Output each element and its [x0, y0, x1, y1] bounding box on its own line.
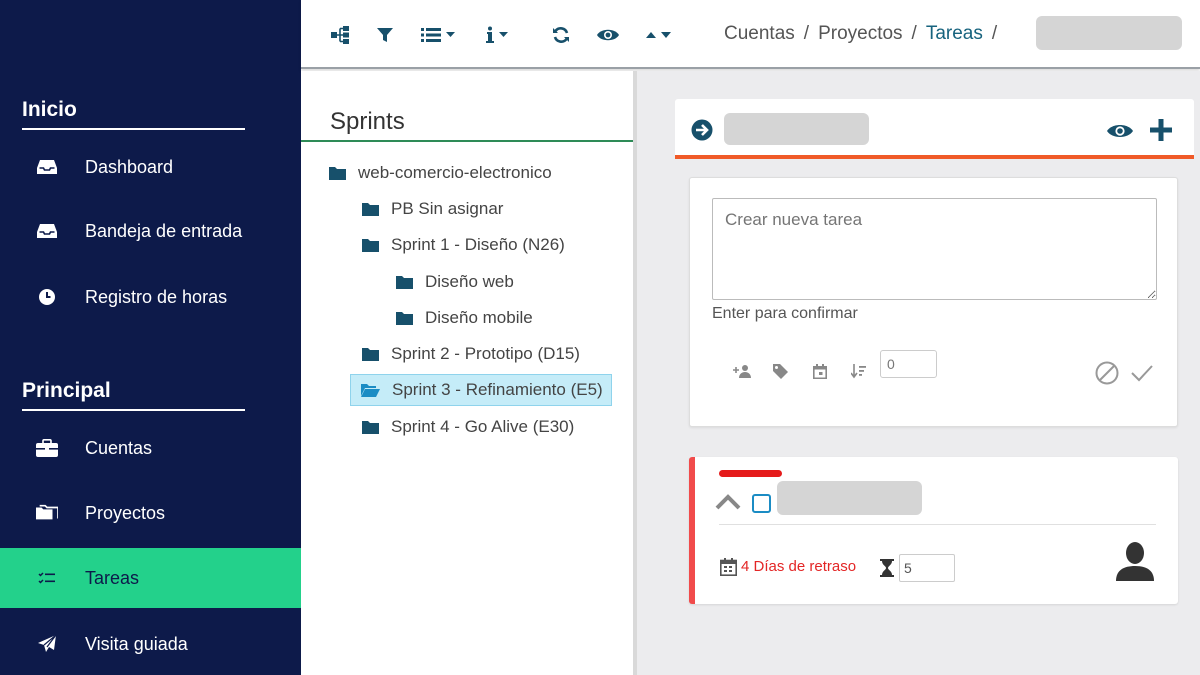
- sidebar-item-label: Registro de horas: [85, 286, 228, 307]
- new-task-card: Enter para confirmar: [689, 177, 1178, 427]
- tag-icon[interactable]: [770, 361, 790, 381]
- sprints-title: Sprints: [330, 108, 405, 135]
- sprints-title-underline: [301, 140, 636, 142]
- sidebar-item-registro-horas[interactable]: Registro de horas: [0, 267, 301, 327]
- folder-icon: [362, 347, 379, 361]
- folder-open-icon: [361, 383, 380, 397]
- sprint-name-placeholder: [724, 113, 869, 145]
- cancel-icon[interactable]: [1095, 361, 1119, 390]
- task-divider: [719, 524, 1156, 525]
- tree-node-sprint-selected[interactable]: Sprint 3 - Refinamiento (E5): [350, 374, 612, 406]
- sidebar-item-label: Tareas: [85, 567, 140, 588]
- sidebar-item-visita-guiada[interactable]: Visita guiada: [0, 614, 301, 674]
- tree-node-subfolder[interactable]: Diseño mobile: [392, 302, 539, 334]
- sitemap-icon[interactable]: [331, 24, 349, 46]
- tree-node-label: Diseño web: [425, 272, 514, 291]
- breadcrumb-separator: /: [911, 23, 917, 44]
- folder-icon: [329, 166, 346, 180]
- eye-icon[interactable]: [597, 24, 619, 46]
- tree-node-label: web-comercio-electronico: [358, 163, 552, 182]
- folder-icon: [362, 420, 379, 434]
- tree-node-project[interactable]: web-comercio-electronico: [325, 157, 558, 189]
- delay-text: 4 Días de retraso: [741, 558, 857, 575]
- hours-input[interactable]: [899, 554, 955, 582]
- folder-icon: [362, 238, 379, 252]
- confirm-hint: Enter para confirmar: [712, 305, 858, 322]
- user-avatar-icon[interactable]: [1116, 541, 1154, 586]
- sprints-panel: Sprints web-comercio-electronico PB Sin …: [301, 71, 636, 675]
- add-user-icon[interactable]: [732, 361, 752, 381]
- sidebar-item-cuentas[interactable]: Cuentas: [0, 418, 301, 478]
- sidebar-item-tareas[interactable]: Tareas: [0, 548, 301, 608]
- sidebar-item-label: Bandeja de entrada: [85, 220, 243, 241]
- folder-icon: [396, 311, 413, 325]
- tree-node-sprint[interactable]: Sprint 4 - Go Alive (E30): [358, 411, 580, 443]
- calendar-icon[interactable]: [810, 361, 830, 381]
- task-card[interactable]: 4 Días de retraso: [689, 457, 1178, 604]
- section-title-inicio: Inicio: [22, 98, 245, 130]
- info-dropdown-icon[interactable]: [486, 24, 510, 46]
- estimate-input[interactable]: [880, 350, 937, 378]
- sidebar: Inicio Dashboard Bandeja de entrada Regi…: [0, 0, 301, 675]
- section-title-principal: Principal: [22, 379, 245, 411]
- check-icon[interactable]: [1131, 364, 1153, 387]
- paper-plane-icon: [36, 633, 58, 655]
- tree-node-label: Sprint 2 - Prototipo (D15): [391, 344, 580, 363]
- chevron-up-icon[interactable]: [715, 494, 741, 515]
- folder-icon: [362, 202, 379, 216]
- breadcrumb-proyectos[interactable]: Proyectos: [818, 23, 902, 45]
- inbox-icon: [36, 220, 58, 242]
- task-title-placeholder: [777, 481, 922, 515]
- calendar-icon: [720, 558, 737, 581]
- tree-node-sprint[interactable]: Sprint 1 - Diseño (N26): [358, 229, 571, 261]
- breadcrumb-redacted-placeholder: [1036, 16, 1182, 50]
- folder-icon: [396, 275, 413, 289]
- sort-icon[interactable]: [645, 24, 673, 46]
- sidebar-item-label: Cuentas: [85, 437, 153, 458]
- tasks-panel: Enter para confirmar 4 Dí: [637, 71, 1200, 675]
- sprint-card-header: [675, 99, 1194, 159]
- tree-node-sprint[interactable]: PB Sin asignar: [358, 193, 509, 225]
- list-dropdown-icon[interactable]: [421, 24, 457, 46]
- sidebar-item-bandeja[interactable]: Bandeja de entrada: [0, 201, 301, 261]
- breadcrumb-separator: /: [803, 23, 810, 44]
- plus-icon[interactable]: [1150, 119, 1172, 146]
- folders-icon: [36, 502, 58, 524]
- tree-node-label: Sprint 3 - Refinamiento (E5): [392, 380, 603, 399]
- refresh-icon[interactable]: [552, 24, 570, 46]
- priority-bar: [719, 470, 782, 477]
- breadcrumb-separator: /: [991, 23, 998, 44]
- tree-node-subfolder[interactable]: Diseño web: [392, 266, 520, 298]
- sidebar-item-proyectos[interactable]: Proyectos: [0, 483, 301, 543]
- task-list-icon: [36, 567, 58, 589]
- clock-icon: [36, 286, 58, 308]
- filter-icon[interactable]: [377, 24, 393, 46]
- inbox-icon: [36, 156, 58, 178]
- task-checkbox[interactable]: [752, 494, 771, 513]
- tree-node-label: Sprint 1 - Diseño (N26): [391, 235, 565, 254]
- sidebar-item-dashboard[interactable]: Dashboard: [0, 137, 301, 197]
- sidebar-item-label: Dashboard: [85, 156, 174, 177]
- tree-node-label: Sprint 4 - Go Alive (E30): [391, 417, 575, 436]
- toolbar: Cuentas / Proyectos / Tareas /: [301, 0, 1200, 69]
- sidebar-item-label: Proyectos: [85, 502, 166, 523]
- sort-amount-icon[interactable]: [848, 361, 868, 381]
- briefcase-icon: [36, 437, 58, 459]
- breadcrumb-tareas[interactable]: Tareas: [926, 23, 983, 45]
- arrow-circle-right-icon[interactable]: [691, 119, 713, 146]
- breadcrumb-cuentas[interactable]: Cuentas: [724, 23, 795, 45]
- tree-node-label: Diseño mobile: [425, 308, 533, 327]
- new-task-input[interactable]: [712, 198, 1157, 300]
- tree-node-label: PB Sin asignar: [391, 199, 504, 218]
- hourglass-icon: [880, 559, 894, 582]
- sidebar-item-label: Visita guiada: [85, 633, 188, 654]
- eye-icon[interactable]: [1107, 123, 1133, 144]
- tree-node-sprint[interactable]: Sprint 2 - Prototipo (D15): [358, 338, 586, 370]
- breadcrumb: Cuentas / Proyectos / Tareas /: [724, 23, 1006, 45]
